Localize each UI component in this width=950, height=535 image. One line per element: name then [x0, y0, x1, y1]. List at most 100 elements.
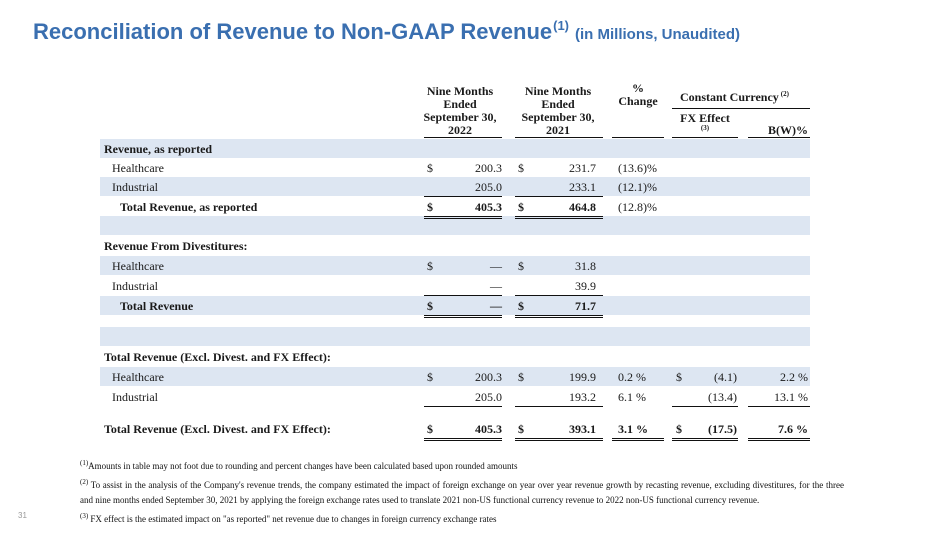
pct-change: (12.1)%: [618, 180, 657, 194]
footnote-text: FX effect is the estimated impact on "as…: [88, 513, 497, 524]
dollar-sign: $: [518, 299, 524, 313]
value-2021: 231.7: [569, 161, 596, 175]
value-2021: 199.9: [569, 370, 596, 384]
total-double-rule: [515, 216, 603, 217]
value-2022: 205.0: [475, 390, 502, 404]
row-label: Healthcare: [112, 259, 164, 273]
bw-pct: 2.2 %: [780, 370, 808, 384]
table-row-spacer: [100, 327, 810, 346]
value-2021: 464.8: [569, 200, 596, 214]
pct-change: (12.8)%: [618, 200, 657, 214]
table-row: Total Revenue $ — $ 71.7: [100, 296, 810, 315]
value-2022: —: [490, 279, 502, 293]
table-row: Revenue, as reported: [100, 139, 810, 158]
value-2021: 393.1: [569, 422, 596, 436]
value-2022: 205.0: [475, 180, 502, 194]
value-2021: 233.1: [569, 180, 596, 194]
total-double-rule: [424, 440, 502, 441]
row-label: Revenue, as reported: [104, 142, 213, 156]
subtotal-rule: [515, 295, 603, 296]
dollar-sign: $: [518, 259, 524, 273]
footnote-marker: (1): [80, 459, 89, 467]
dollar-sign: $: [427, 161, 433, 175]
row-label: Healthcare: [112, 161, 164, 175]
value-2021: 39.9: [575, 279, 596, 293]
footnote-3: (3) FX effect is the estimated impact on…: [80, 509, 844, 528]
table-row: Industrial — 39.9: [100, 276, 810, 295]
table-row: Healthcare $ 200.3 $ 231.7 (13.6)%: [100, 158, 810, 177]
pct-change: 0.2 %: [618, 370, 646, 384]
value-2022: 405.3: [475, 422, 502, 436]
fx-effect: (4.1): [714, 370, 737, 384]
footnote-marker: (3): [80, 511, 89, 520]
row-label: Total Revenue (Excl. Divest. and FX Effe…: [104, 350, 331, 364]
row-label: Total Revenue: [120, 299, 194, 313]
value-2022: —: [490, 259, 502, 273]
table-row: Healthcare $ 200.3 $ 199.9 0.2 % $ (4.1)…: [100, 367, 810, 386]
footnote-1: (1)Amounts in table may not foot due to …: [80, 456, 844, 475]
row-label: Total Revenue (Excl. Divest. and FX Effe…: [104, 422, 331, 436]
table-row: Total Revenue, as reported $ 405.3 $ 464…: [100, 197, 810, 216]
page-number: 31: [18, 511, 27, 520]
fx-effect: (17.5): [708, 422, 737, 436]
value-2022: 200.3: [475, 370, 502, 384]
total-double-rule: [424, 438, 502, 439]
subtotal-rule: [515, 196, 603, 197]
bw-pct: 13.1 %: [774, 390, 808, 404]
subtotal-rule: [748, 406, 810, 407]
total-double-rule: [424, 317, 502, 318]
dollar-sign: $: [676, 422, 682, 436]
revenue-table: Revenue, as reported Healthcare $ 200.3 …: [100, 0, 810, 535]
dollar-sign: $: [676, 370, 682, 384]
total-double-rule: [424, 315, 502, 316]
value-2021: 193.2: [569, 390, 596, 404]
total-double-rule: [672, 440, 738, 441]
dollar-sign: $: [427, 200, 433, 214]
total-double-rule: [515, 218, 603, 219]
dollar-sign: $: [518, 200, 524, 214]
table-row: Total Revenue (Excl. Divest. and FX Effe…: [100, 347, 810, 366]
dollar-sign: $: [427, 299, 433, 313]
subtotal-rule: [424, 406, 502, 407]
total-double-rule: [515, 438, 603, 439]
footnote-text: Amounts in table may not foot due to rou…: [88, 461, 518, 471]
total-double-rule: [748, 440, 810, 441]
row-label: Industrial: [112, 390, 158, 404]
total-double-rule: [424, 216, 502, 217]
table-row: Healthcare $ — $ 31.8: [100, 256, 810, 275]
table-row: Industrial 205.0 193.2 6.1 % (13.4) 13.1…: [100, 387, 810, 406]
total-double-rule: [424, 218, 502, 219]
total-double-rule: [515, 317, 603, 318]
pct-change: 3.1 %: [618, 422, 648, 436]
subtotal-rule: [515, 406, 603, 407]
value-2022: 200.3: [475, 161, 502, 175]
row-label: Total Revenue, as reported: [120, 200, 258, 214]
total-double-rule: [515, 315, 603, 316]
table-row: Revenue From Divestitures:: [100, 236, 810, 255]
value-2021: 31.8: [575, 259, 596, 273]
dollar-sign: $: [518, 370, 524, 384]
row-label: Healthcare: [112, 370, 164, 384]
dollar-sign: $: [518, 422, 524, 436]
value-2022: 405.3: [475, 200, 502, 214]
bw-pct: 7.6 %: [778, 422, 808, 436]
table-row: Industrial 205.0 233.1 (12.1)%: [100, 177, 810, 196]
dollar-sign: $: [518, 161, 524, 175]
value-2022: —: [490, 299, 502, 313]
total-double-rule: [672, 438, 738, 439]
subtotal-rule: [424, 196, 502, 197]
dollar-sign: $: [427, 259, 433, 273]
row-label: Industrial: [112, 279, 158, 293]
total-double-rule: [515, 440, 603, 441]
value-2021: 71.7: [575, 299, 596, 313]
dollar-sign: $: [427, 370, 433, 384]
footnote-2: (2) To assist in the analysis of the Com…: [80, 475, 844, 509]
total-double-rule: [748, 438, 810, 439]
footnote-text: To assist in the analysis of the Company…: [80, 479, 844, 506]
footnote-marker: (2): [80, 477, 89, 486]
dollar-sign: $: [427, 422, 433, 436]
pct-change: (13.6)%: [618, 161, 657, 175]
subtotal-rule: [672, 406, 738, 407]
row-label: Industrial: [112, 180, 158, 194]
subtotal-rule: [424, 295, 502, 296]
